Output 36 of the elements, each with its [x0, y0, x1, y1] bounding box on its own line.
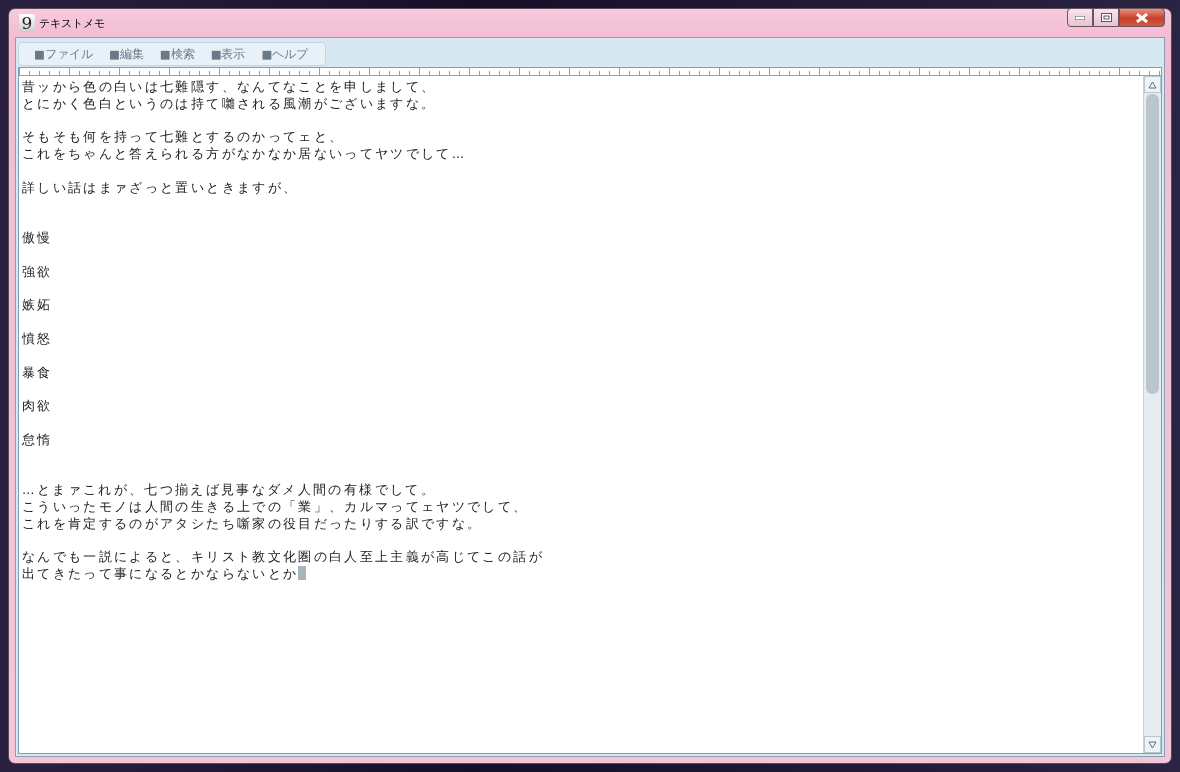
scrollbar-thumb[interactable]: [1146, 94, 1159, 394]
text-line: 詳しい話はまァざっと置いときますが、: [22, 179, 299, 195]
close-button[interactable]: [1119, 8, 1165, 27]
scroll-up-button[interactable]: [1144, 76, 1161, 93]
menu-item[interactable]: ■ファイル: [29, 47, 98, 62]
app-icon: 9: [19, 14, 35, 32]
scrollbar[interactable]: [1143, 76, 1161, 753]
text-line: これをちゃんと答えられる方がなかなか居ないってヤツでして…: [22, 146, 467, 162]
window-title: テキストメモ: [39, 15, 105, 31]
scroll-down-button[interactable]: [1144, 736, 1161, 753]
text-line: これを肯定するのがアタシたち噺家の役目だったりする訳ですな。: [22, 515, 483, 531]
text-line: …とまァこれが、七つ揃えば見事なダメ人間の有様でして。: [22, 482, 436, 498]
triangle-down-icon: [1148, 740, 1157, 749]
text-line: なんでも一説によると、キリスト教文化圏の白人至上主義が高じてこの話が: [22, 549, 544, 565]
text-line: そもそも何を持って七難とするのかってェと、: [22, 129, 345, 145]
text-line: 嫉妬: [22, 297, 53, 313]
triangle-up-icon: [1148, 80, 1157, 89]
text-line: とにかく色白というのは持て囃される風潮がございますな。: [22, 95, 437, 111]
text-line: 憤怒: [22, 330, 53, 346]
maximize-button[interactable]: [1093, 8, 1119, 27]
text-line: 怠惰: [22, 431, 53, 447]
text-line: 出てきたって事になるとかならないとか: [22, 566, 299, 582]
text-line: 傲慢: [22, 230, 53, 246]
text-line: 暴食: [22, 364, 53, 380]
menu-item[interactable]: ■検索: [154, 47, 200, 62]
minimize-icon: [1075, 15, 1085, 20]
minimize-button[interactable]: [1067, 8, 1093, 27]
text-line: 強欲: [22, 263, 53, 279]
text-line: こういったモノは人間の生きる上での「業」、カルマってェヤツでして、: [22, 498, 529, 514]
maximize-icon: [1100, 13, 1112, 22]
menu-item[interactable]: ■表示: [205, 47, 251, 62]
text-line: 肉欲: [22, 398, 53, 414]
menu-item[interactable]: ■編集: [103, 47, 149, 62]
text-line: 昔ッから色の白いは七難隠す、なんてなことを申しまして、: [22, 79, 437, 94]
close-icon: [1135, 12, 1149, 23]
menu-item[interactable]: ■ヘルプ: [256, 47, 314, 62]
